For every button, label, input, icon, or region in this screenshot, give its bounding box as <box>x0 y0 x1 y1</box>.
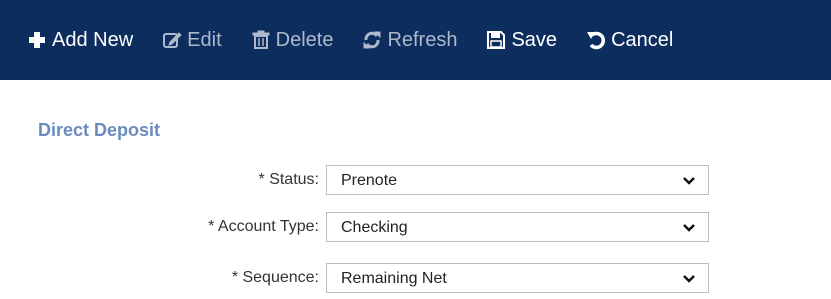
chevron-down-icon <box>682 174 696 188</box>
account-type-select-value: Checking <box>341 219 408 236</box>
chevron-down-icon <box>682 272 696 286</box>
section-title: Direct Deposit <box>38 120 161 140</box>
status-label: * Status: <box>258 171 319 188</box>
account-type-row: * Account Type: Checking <box>0 212 831 244</box>
account-type-label: * Account Type: <box>208 218 319 235</box>
trash-icon <box>250 29 272 51</box>
save-label: Save <box>511 28 558 51</box>
plus-icon <box>26 29 48 51</box>
refresh-button[interactable]: Refresh <box>361 20 457 60</box>
floppy-disk-icon <box>485 29 507 51</box>
sequence-select-value: Remaining Net <box>341 270 447 287</box>
cancel-label: Cancel <box>611 28 674 51</box>
direct-deposit-panel: Direct Deposit * Status: Prenote * Accou… <box>0 80 831 299</box>
account-type-select[interactable]: Checking <box>326 212 709 242</box>
cancel-button[interactable]: Cancel <box>585 20 673 60</box>
status-row: * Status: Prenote <box>0 165 831 197</box>
edit-label: Edit <box>187 28 222 51</box>
chevron-down-icon <box>682 221 696 235</box>
status-select[interactable]: Prenote <box>326 165 709 195</box>
edit-icon <box>161 29 183 51</box>
undo-icon <box>585 29 607 51</box>
status-select-value: Prenote <box>341 172 398 189</box>
add-new-label: Add New <box>52 28 134 51</box>
delete-label: Delete <box>275 28 334 51</box>
delete-button[interactable]: Delete <box>250 20 334 60</box>
sequence-label: * Sequence: <box>231 269 319 286</box>
edit-button[interactable]: Edit <box>161 20 222 60</box>
add-new-button[interactable]: Add New <box>26 20 133 60</box>
save-button[interactable]: Save <box>485 20 557 60</box>
refresh-icon <box>361 29 383 51</box>
refresh-label: Refresh <box>387 28 458 51</box>
toolbar: Add New Edit Delete Refresh Save Cancel <box>0 0 831 80</box>
sequence-row: * Sequence: Remaining Net <box>0 263 831 295</box>
sequence-select[interactable]: Remaining Net <box>326 263 709 293</box>
